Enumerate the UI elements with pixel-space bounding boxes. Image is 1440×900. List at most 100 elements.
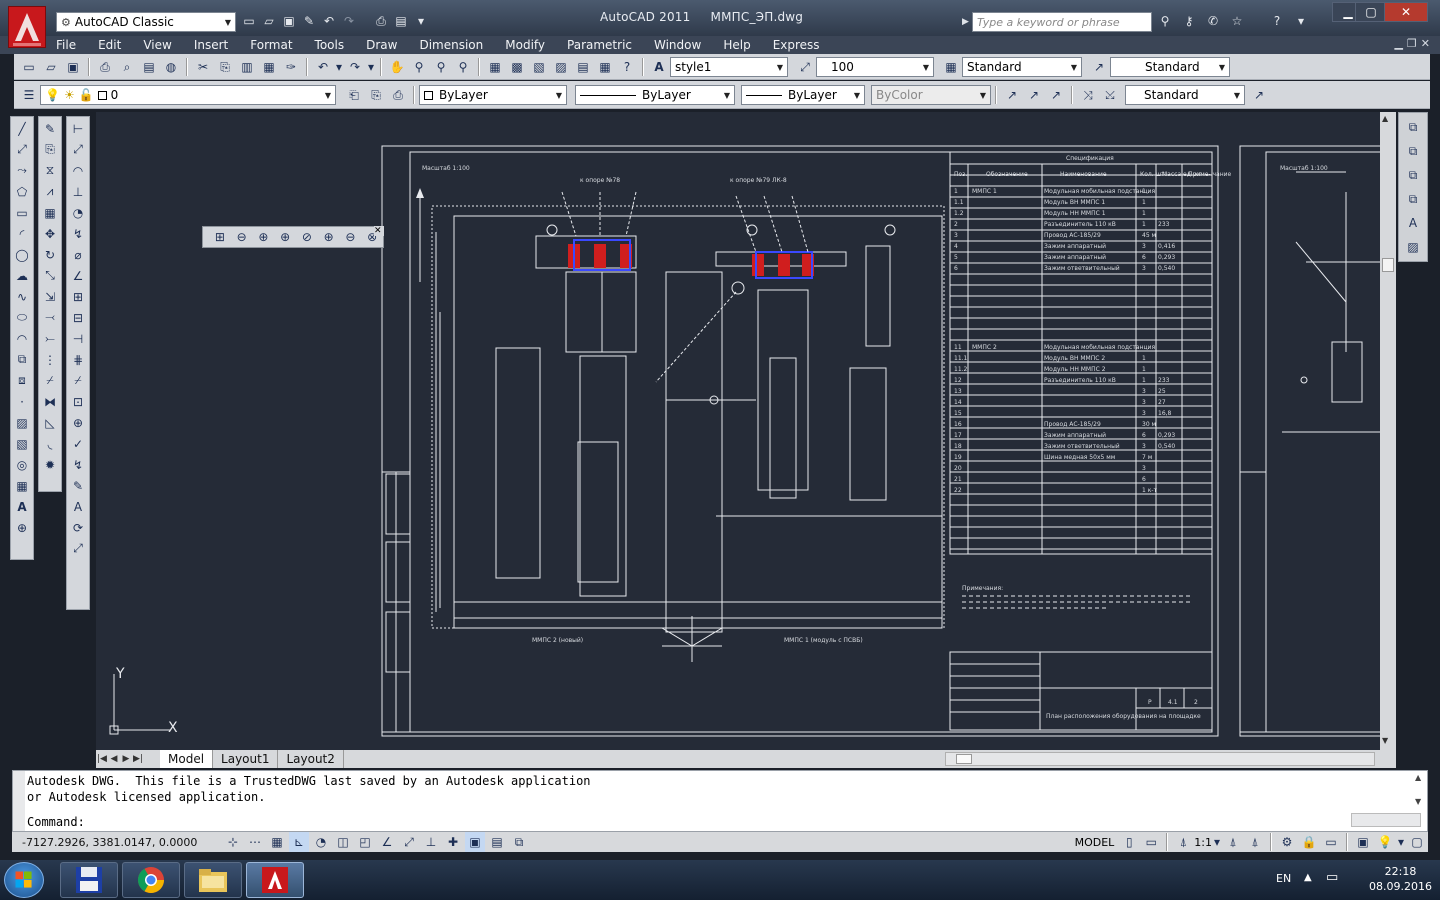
multileader-icon[interactable]: ↗ [1002,85,1022,105]
fillet-icon[interactable]: ◟ [40,434,60,453]
command-horizontal-scrollbar[interactable] [1351,813,1421,827]
auto-scale-icon[interactable]: ⍋ [1245,832,1265,852]
radius-icon[interactable]: ◔ [68,203,88,222]
status-light-bulb-icon[interactable]: 💡 [1375,832,1395,852]
quick-dimension-icon[interactable]: ⊞ [68,287,88,306]
angular-icon[interactable]: ∠ [68,266,88,285]
align-leaders-icon[interactable]: ⤨ [1078,85,1098,105]
close-button[interactable]: ✕ [1384,2,1428,22]
save-icon[interactable]: ▣ [280,12,298,30]
point-icon[interactable]: · [12,392,32,411]
publish-icon[interactable]: ▤ [139,57,159,77]
color-dropdown[interactable]: ByLayer ▼ [419,85,567,105]
help-menu-chevron-icon[interactable]: ▾ [1292,12,1310,30]
markup-icon[interactable]: ▤ [573,57,593,77]
object-snap-tracking-icon[interactable]: ∠ [377,832,397,852]
text-style-dropdown[interactable]: style1 ▼ [670,57,788,77]
arc-icon[interactable]: ◜ [12,224,32,243]
dimension-style-icon[interactable]: ⤢ [68,539,88,558]
hardware-acceleration-icon[interactable]: ▭ [1321,832,1341,852]
menu-express[interactable]: Express [773,38,820,52]
selection-cycling-icon[interactable]: ⧉ [509,832,529,852]
copy-object-icon[interactable]: ⎘ [40,140,60,159]
new-file-icon[interactable]: ▭ [240,12,258,30]
annotation-scale-chevron-icon[interactable]: ▾ [1213,832,1221,852]
maximize-button[interactable]: ▢ [1355,2,1387,22]
polyline-icon[interactable]: ⤳ [12,161,32,180]
isolate-objects-icon[interactable]: ▣ [1353,832,1373,852]
binoculars-icon[interactable]: ⚲ [1156,12,1174,30]
open-icon[interactable]: ▱ [41,57,61,77]
menu-draw[interactable]: Draw [366,38,397,52]
ortho-mode-icon[interactable]: ⊾ [289,832,309,852]
3d-dwf-icon[interactable]: ◍ [161,57,181,77]
multileader-style-dropdown[interactable]: Standard ▼ [1125,85,1245,105]
explode-icon[interactable]: ✹ [40,455,60,474]
first-tab-icon[interactable]: |◀ [96,754,108,764]
table-icon[interactable]: ▦ [12,476,32,495]
command-window-grip[interactable] [13,771,25,831]
diameter-icon[interactable]: ⌀ [68,245,88,264]
construction-line-icon[interactable]: ⤢ [12,140,32,159]
menu-modify[interactable]: Modify [505,38,545,52]
search-expand-icon[interactable]: ▶ [962,12,972,32]
zoom-dynamic-icon[interactable]: ⊖ [232,227,252,247]
zoom-object-icon[interactable]: ⊘ [297,227,317,247]
tool-palettes-icon[interactable]: ▧ [529,57,549,77]
copy-icon[interactable]: ⎘ [215,57,235,77]
horizontal-scrollbar[interactable] [945,752,1375,766]
send-under-icon[interactable]: ⧉ [1403,189,1423,209]
dimension-space-icon[interactable]: ⋕ [68,350,88,369]
make-block-icon[interactable]: ⧈ [12,371,32,390]
hatch-icon[interactable]: ▨ [12,413,32,432]
object-snap-icon[interactable]: ◫ [333,832,353,852]
scroll-up-icon[interactable]: ▲ [1382,114,1388,123]
snap-mode-icon[interactable]: ⋯ [245,832,265,852]
dimension-update-icon[interactable]: ⟳ [68,518,88,537]
command-scroll-up-icon[interactable]: ▲ [1415,773,1425,782]
dim-scale-dropdown[interactable]: 100 ▼ [816,57,934,77]
collect-leaders-icon[interactable]: ⤩ [1100,85,1120,105]
vertical-scrollbar[interactable]: ▲ ▼ [1380,112,1396,750]
next-tab-icon[interactable]: ▶ [120,754,132,764]
dimension-edit-icon[interactable]: ✎ [68,476,88,495]
offset-icon[interactable]: ⩘ [40,182,60,201]
erase-icon[interactable]: ✎ [40,119,60,138]
zoom-realtime-icon[interactable]: ⚲ [409,57,429,77]
circle-icon[interactable]: ◯ [12,245,32,264]
redo-icon[interactable]: ↷ [345,57,365,77]
taskbar-save-app[interactable] [60,862,118,898]
layer-properties-icon[interactable]: ☰ [19,85,39,105]
undo-icon[interactable]: ↶ [313,57,333,77]
workspace-switching-icon[interactable]: ⚙ [1277,832,1297,852]
extend-icon[interactable]: ⤚ [40,329,60,348]
design-center-icon[interactable]: ▩ [507,57,527,77]
plot-icon[interactable]: ⎙ [95,57,115,77]
quick-view-drawings-icon[interactable]: ▭ [1141,832,1161,852]
zoom-window-icon[interactable]: ⊞ [210,227,230,247]
undo-chevron-icon[interactable]: ▾ [335,57,343,77]
scale-icon[interactable]: ⤡ [40,266,60,285]
menu-tools[interactable]: Tools [315,38,345,52]
menu-dimension[interactable]: Dimension [419,38,483,52]
last-tab-icon[interactable]: ▶| [132,754,144,764]
trim-icon[interactable]: ⤙ [40,308,60,327]
zoom-window-icon[interactable]: ⚲ [431,57,451,77]
properties-icon[interactable]: ▦ [485,57,505,77]
center-mark-icon[interactable]: ⊕ [68,413,88,432]
zoom-out-icon[interactable]: ⊖ [341,227,361,247]
document-window-controls[interactable]: ▁❐✕ [1394,37,1434,50]
previous-tab-icon[interactable]: ◀ [108,754,120,764]
clean-screen-icon[interactable]: ▢ [1407,832,1427,852]
command-scroll-down-icon[interactable]: ▼ [1415,797,1425,806]
polygon-icon[interactable]: ⬠ [12,182,32,201]
region-icon[interactable]: ◎ [12,455,32,474]
start-button[interactable] [4,862,44,898]
jogged-icon[interactable]: ↯ [68,224,88,243]
open-folder-icon[interactable]: ▱ [260,12,278,30]
join-icon[interactable]: ⧓ [40,392,60,411]
infer-constraints-icon[interactable]: ⊹ [223,832,243,852]
model-space-canvas[interactable]: к опоре №78 к опоре №79 ЛК-8 ММПС 2 (нов… [96,112,1380,750]
plot-preview-icon[interactable]: ▤ [392,12,410,30]
insert-block-icon[interactable]: ⧉ [12,350,32,369]
